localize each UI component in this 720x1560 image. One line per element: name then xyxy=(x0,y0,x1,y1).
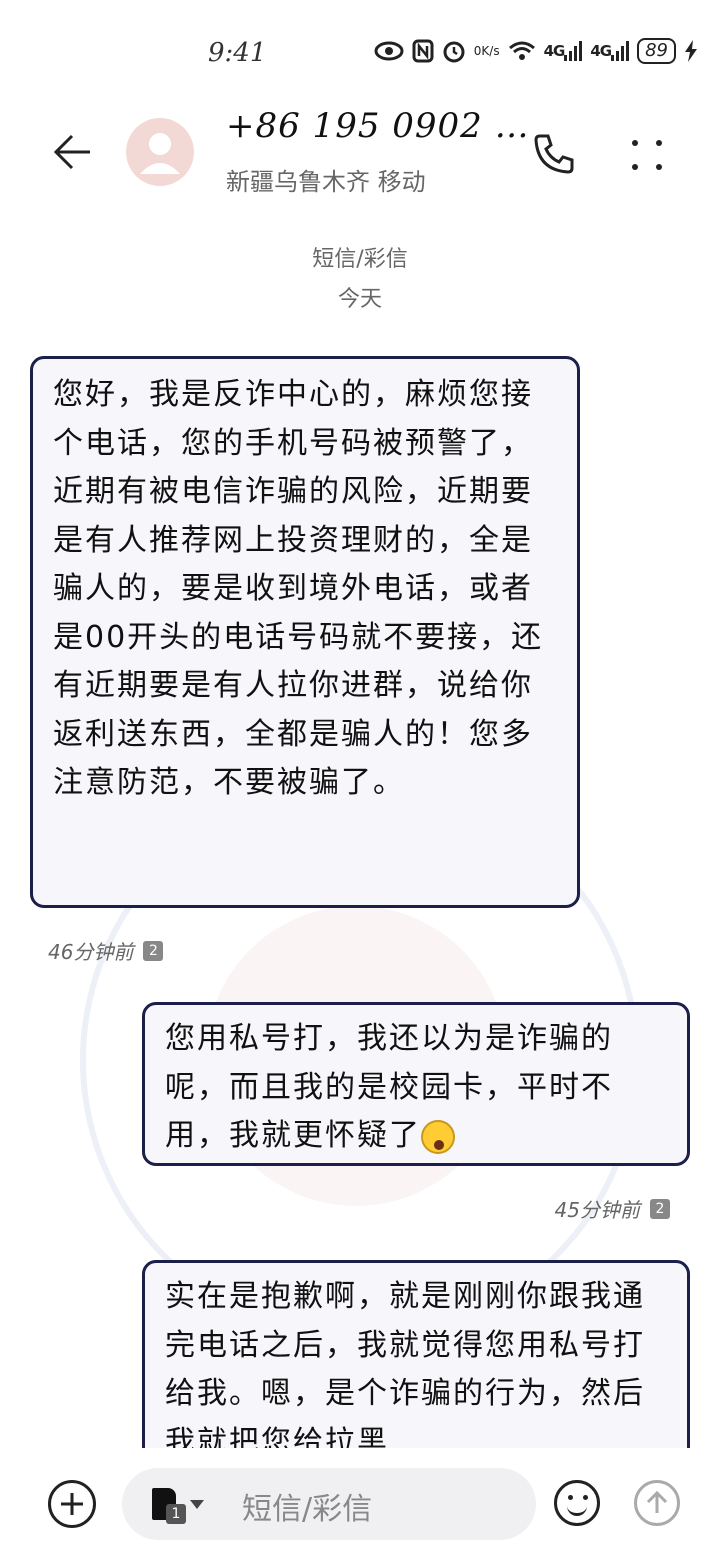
message-meta: 45分钟前 2 xyxy=(555,1194,670,1223)
input-placeholder: 短信/彩信 xyxy=(242,1492,373,1527)
signal-icon-2: 4G xyxy=(590,41,630,61)
avatar[interactable] xyxy=(126,118,194,186)
message-input[interactable]: 1 短信/彩信 xyxy=(122,1468,536,1540)
sim-badge: 2 xyxy=(143,940,164,961)
status-time: 9:41 xyxy=(208,38,267,68)
outgoing-message-bubble[interactable]: 您用私号打，我还以为是诈骗的呢，而且我的是校园卡，平时不用，我就更怀疑了 xyxy=(142,1002,690,1166)
nfc-icon xyxy=(412,39,434,63)
message-time: 45分钟前 xyxy=(554,1198,640,1222)
person-icon xyxy=(140,133,180,174)
dot-icon xyxy=(632,164,638,170)
add-attachment-button[interactable] xyxy=(48,1480,96,1528)
net-speed-value: 0 xyxy=(473,44,482,58)
status-icons: 0 K/s 4G 4G 89 xyxy=(374,38,698,64)
phone-icon xyxy=(534,134,574,174)
sim-badge: 2 xyxy=(650,1198,670,1219)
contact-number[interactable]: +86 195 0902 … xyxy=(226,106,530,146)
incoming-message-bubble[interactable]: 您好，我是反诈中心的，麻烦您接个电话，您的手机号码被预警了，近期有被电信诈骗的风… xyxy=(30,356,580,908)
thread-type-label: 短信/彩信 xyxy=(312,247,408,272)
net-speed-unit: K/s xyxy=(481,44,500,58)
message-text: 您用私号打，我还以为是诈骗的呢，而且我的是校园卡，平时不用，我就更怀疑了 xyxy=(165,1021,613,1153)
send-button[interactable] xyxy=(634,1480,680,1526)
eye-icon xyxy=(374,40,404,62)
back-arrow-icon xyxy=(53,134,90,170)
sim-selector[interactable]: 1 xyxy=(152,1484,222,1524)
status-bar: 9:41 0 K/s 4G 4G 89 xyxy=(0,0,720,100)
back-button[interactable] xyxy=(46,126,98,178)
compose-bar: 1 短信/彩信 xyxy=(0,1448,720,1560)
alarm-icon xyxy=(442,39,466,63)
sim2-signal: 4G xyxy=(590,42,612,60)
conversation-header: +86 195 0902 … 新疆乌鲁木齐 移动 xyxy=(0,100,720,210)
sim-slot-number: 1 xyxy=(166,1504,186,1524)
net-speed: 0 K/s xyxy=(474,45,500,57)
call-button[interactable] xyxy=(526,126,582,182)
wifi-icon xyxy=(508,40,536,62)
more-options-button[interactable] xyxy=(620,126,676,182)
dot-icon xyxy=(656,140,662,146)
dot-icon xyxy=(656,164,662,170)
emoji-button[interactable] xyxy=(554,1480,600,1526)
message-meta: 46分钟前 2 xyxy=(48,936,164,965)
thread-info: 短信/彩信 今天 xyxy=(0,240,720,320)
battery-icon: 89 xyxy=(637,38,676,64)
arrow-up-icon xyxy=(646,1490,668,1513)
message-text: 您好，我是反诈中心的，麻烦您接个电话，您的手机号码被预警了，近期有被电信诈骗的风… xyxy=(53,377,544,800)
contact-location: 新疆乌鲁木齐 移动 xyxy=(226,168,426,196)
date-label: 今天 xyxy=(337,287,382,312)
sim1-signal: 4G xyxy=(543,42,566,60)
outgoing-message-bubble[interactable]: 实在是抱歉啊，就是刚刚你跟我通完电话之后，我就觉得您用私号打给我。嗯，是个诈骗的… xyxy=(142,1260,690,1448)
dot-icon xyxy=(632,140,638,146)
sim-card-icon: 1 xyxy=(152,1488,186,1524)
signal-icon: 4G xyxy=(544,41,583,61)
message-text: 实在是抱歉啊，就是刚刚你跟我通完电话之后，我就觉得您用私号打给我。嗯，是个诈骗的… xyxy=(165,1279,645,1448)
message-time: 46分钟前 xyxy=(48,940,134,964)
shocked-face-emoji-icon xyxy=(421,1119,455,1154)
charging-icon xyxy=(684,40,698,62)
caret-down-icon xyxy=(190,1499,204,1509)
message-list[interactable]: 您好，我是反诈中心的，麻烦您接个电话，您的手机号码被预警了，近期有被电信诈骗的风… xyxy=(0,340,720,1448)
